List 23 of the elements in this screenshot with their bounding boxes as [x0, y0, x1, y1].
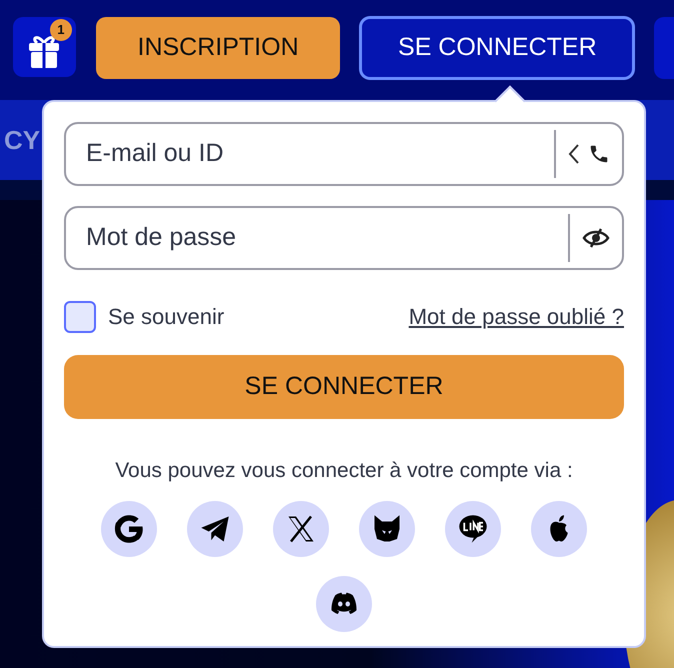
gift-button[interactable]: 1	[13, 17, 76, 77]
remember-label: Se souvenir	[108, 303, 224, 331]
submit-button[interactable]: SE CONNECTER	[64, 355, 624, 419]
eye-slash-icon[interactable]	[582, 227, 610, 249]
fox-icon	[372, 514, 402, 544]
login-button[interactable]: SE CONNECTER	[360, 17, 634, 79]
email-field[interactable]: E-mail ou ID	[64, 122, 624, 186]
forgot-password-link[interactable]: Mot de passe oublié ?	[408, 300, 624, 333]
paper-plane-icon	[200, 514, 230, 544]
gift-icon	[28, 34, 60, 68]
password-input[interactable]: Mot de passe	[66, 218, 568, 258]
password-field[interactable]: Mot de passe	[64, 206, 624, 270]
notification-badge: 1	[50, 19, 72, 41]
login-via-text: Vous pouvez vous connecter à votre compte via :	[114, 458, 574, 484]
line-icon	[458, 514, 488, 544]
phone-icon[interactable]	[588, 143, 610, 165]
remember-checkbox[interactable]	[64, 300, 96, 332]
chevron-left-icon[interactable]	[568, 143, 580, 165]
email-input[interactable]: E-mail ou ID	[66, 134, 554, 174]
register-button[interactable]: INSCRIPTION	[96, 17, 340, 79]
menu-item-text: CY	[4, 124, 40, 156]
google-icon	[114, 514, 144, 544]
x-logo-icon	[286, 514, 316, 544]
